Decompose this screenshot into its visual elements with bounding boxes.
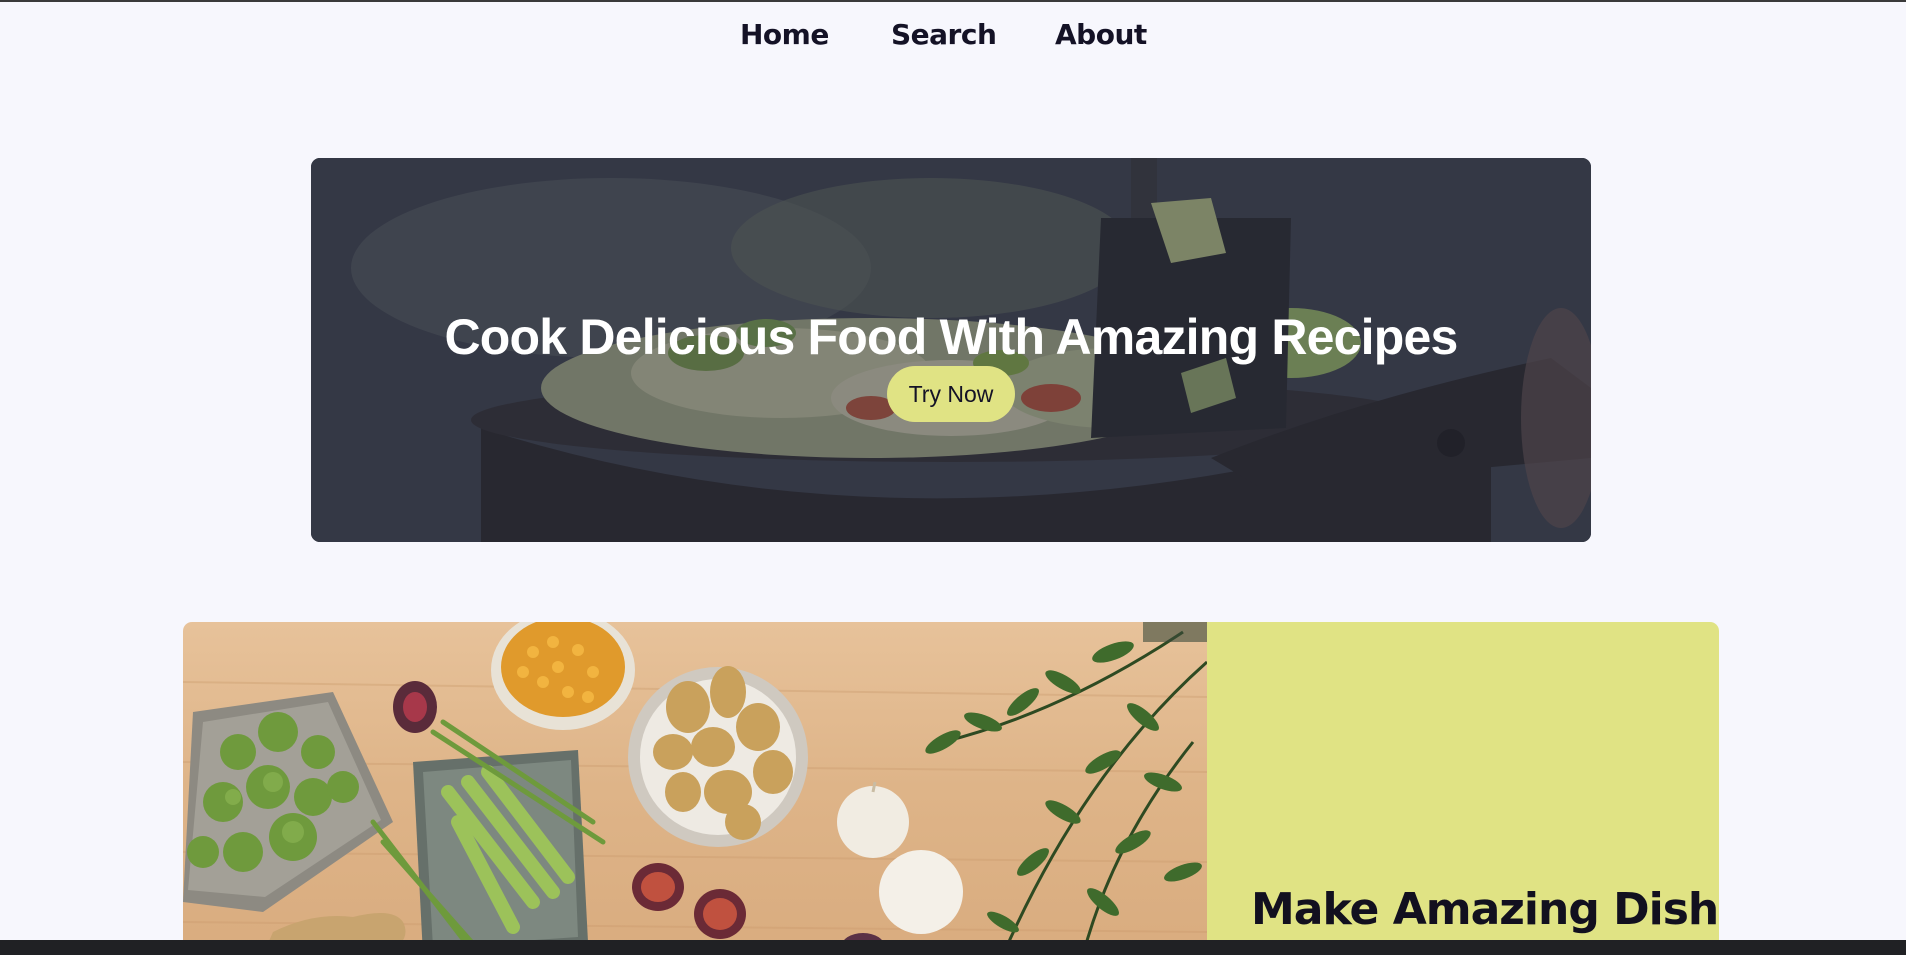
nav-link-about[interactable]: About bbox=[1055, 18, 1147, 51]
ingredients-image bbox=[183, 622, 1207, 955]
feature-heading: Make Amazing Dishes bbox=[1251, 884, 1719, 935]
try-now-button[interactable]: Try Now bbox=[887, 366, 1015, 422]
hero-title: Cook Delicious Food With Amazing Recipes bbox=[444, 308, 1458, 365]
hero-banner: Cook Delicious Food With Amazing Recipes… bbox=[311, 158, 1591, 542]
ingredients-photo bbox=[183, 622, 1207, 955]
nav-link-search[interactable]: Search bbox=[891, 18, 997, 51]
feature-section: Make Amazing Dishes bbox=[183, 622, 1719, 955]
taskbar bbox=[0, 940, 1906, 955]
top-navigation: Home Search About bbox=[0, 0, 1906, 75]
nav-link-home[interactable]: Home bbox=[740, 18, 829, 51]
feature-panel: Make Amazing Dishes bbox=[1207, 622, 1719, 955]
